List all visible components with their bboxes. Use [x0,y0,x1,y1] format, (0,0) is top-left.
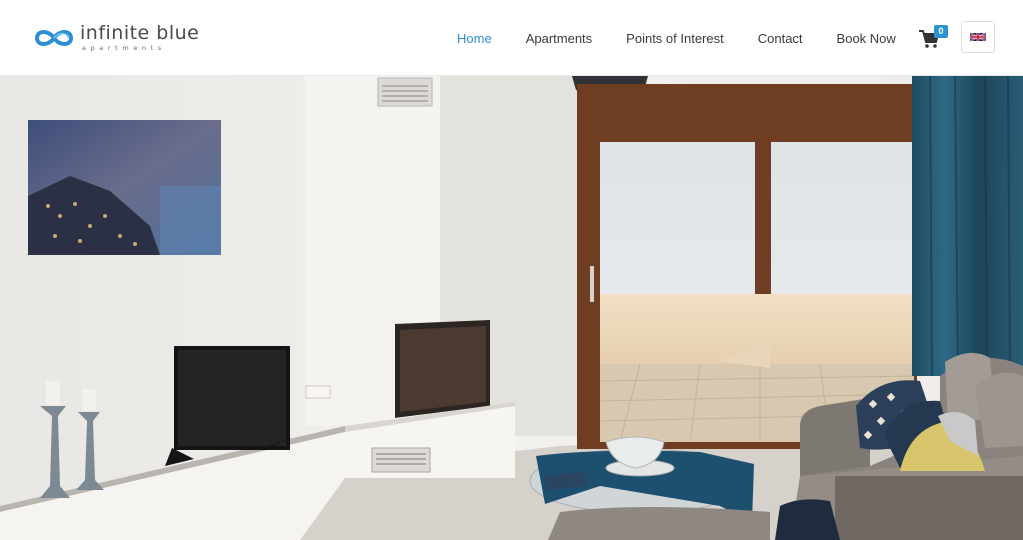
main-nav: Home Apartments Points of Interest Conta… [440,0,913,76]
site-header: infinite blue apartments Home Apartments… [0,0,1023,76]
uk-flag-icon [970,32,986,42]
nav-points-of-interest[interactable]: Points of Interest [609,31,741,46]
nav-apartments[interactable]: Apartments [509,31,609,46]
infinity-logo-icon [34,30,74,46]
nav-book-now[interactable]: Book Now [820,31,913,46]
logo-name: infinite blue [80,22,200,45]
site-logo[interactable]: infinite blue apartments [32,20,199,56]
nav-home[interactable]: Home [440,31,509,46]
cart-button[interactable]: 0 [918,24,948,50]
apartment-living-room-photo [0,76,1023,540]
nav-contact[interactable]: Contact [741,31,820,46]
logo-tagline: apartments [82,44,166,53]
cart-count-badge: 0 [934,25,948,38]
language-switcher[interactable] [961,21,995,53]
hero-image [0,76,1023,540]
